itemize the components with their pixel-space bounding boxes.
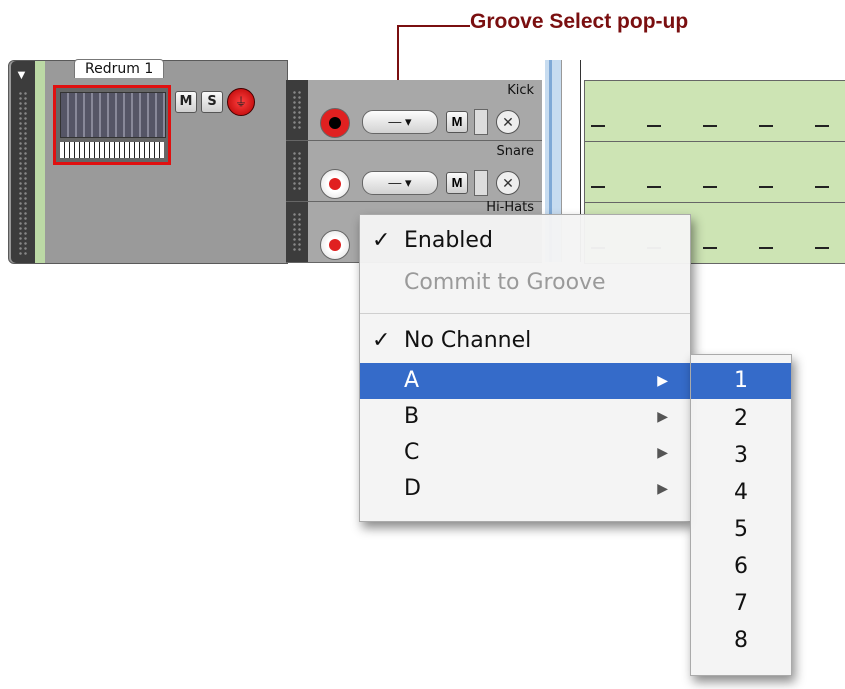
submenu-item-5[interactable]: 5 bbox=[691, 512, 791, 548]
lane-grip-handle[interactable] bbox=[286, 80, 308, 140]
device-rack-graphic bbox=[60, 92, 166, 138]
menu-item-label: Enabled bbox=[404, 228, 493, 253]
menu-item-channel-a[interactable]: A ▶ bbox=[360, 363, 690, 399]
menu-item-channel-c[interactable]: C ▶ bbox=[360, 435, 690, 471]
checkmark-icon: ✓ bbox=[372, 328, 391, 353]
track-record-enable-icon[interactable]: ⏚ bbox=[227, 88, 255, 116]
menu-item-channel-b[interactable]: B ▶ bbox=[360, 399, 690, 435]
snare-note-clip[interactable] bbox=[584, 141, 845, 203]
lane-record-button[interactable] bbox=[320, 169, 350, 199]
lane-velocity-fader[interactable] bbox=[474, 170, 488, 196]
lane-record-button[interactable] bbox=[320, 108, 350, 138]
disclosure-triangle-icon[interactable]: ▼ bbox=[15, 67, 28, 82]
submenu-arrow-icon: ▶ bbox=[657, 481, 668, 497]
menu-item-label: Commit to Groove bbox=[404, 270, 606, 295]
groove-select-popup[interactable]: — ▾ bbox=[362, 171, 438, 195]
lane-snare: Snare — ▾ M ✕ bbox=[286, 141, 542, 202]
redrum-device-icon[interactable] bbox=[53, 85, 171, 165]
menu-item-label: No Channel bbox=[404, 328, 532, 353]
menu-item-label: A bbox=[404, 368, 420, 393]
groove-value: — bbox=[388, 175, 402, 190]
lane-delete-icon[interactable]: ✕ bbox=[496, 171, 520, 195]
groove-select-menu: ✓ Enabled Commit to Groove ✓ No Channel … bbox=[359, 214, 691, 522]
menu-item-enabled[interactable]: ✓ Enabled bbox=[360, 223, 690, 259]
track-solo-button[interactable]: S bbox=[201, 91, 223, 113]
lane-delete-icon[interactable]: ✕ bbox=[496, 110, 520, 134]
menu-item-label: B bbox=[404, 404, 420, 429]
lane-grip-handle[interactable] bbox=[286, 202, 308, 262]
groove-value: — bbox=[388, 114, 402, 129]
submenu-item-2[interactable]: 2 bbox=[691, 401, 791, 437]
submenu-arrow-icon: ▶ bbox=[657, 445, 668, 461]
checkmark-icon: ✓ bbox=[372, 228, 391, 253]
channel-submenu: 1 2 3 4 5 6 7 8 bbox=[690, 354, 792, 676]
menu-separator bbox=[360, 313, 690, 314]
lane-kick: Kick — ▾ M ✕ bbox=[286, 80, 542, 141]
groove-select-popup[interactable]: — ▾ bbox=[362, 110, 438, 134]
menu-item-label: C bbox=[404, 440, 420, 465]
submenu-item-8[interactable]: 8 bbox=[691, 623, 791, 659]
submenu-arrow-icon: ▶ bbox=[657, 373, 668, 389]
submenu-item-6[interactable]: 6 bbox=[691, 549, 791, 585]
callout-leader-line bbox=[398, 25, 470, 27]
submenu-arrow-icon: ▶ bbox=[657, 409, 668, 425]
kick-note-clip[interactable] bbox=[584, 80, 845, 142]
submenu-item-1[interactable]: 1 bbox=[691, 363, 791, 399]
submenu-item-7[interactable]: 7 bbox=[691, 586, 791, 622]
menu-item-commit-to-groove: Commit to Groove bbox=[360, 265, 690, 301]
menu-item-no-channel[interactable]: ✓ No Channel bbox=[360, 323, 690, 359]
lane-name: Hi-Hats bbox=[486, 200, 534, 215]
track-grip-handle[interactable]: ▼ bbox=[11, 61, 35, 263]
submenu-item-4[interactable]: 4 bbox=[691, 475, 791, 511]
track-color-strip bbox=[35, 61, 45, 263]
lane-mute-button[interactable]: M bbox=[446, 111, 468, 133]
track-name-tab[interactable]: Redrum 1 bbox=[74, 59, 165, 78]
groove-select-callout-label: Groove Select pop-up bbox=[470, 10, 689, 33]
lane-name: Kick bbox=[507, 83, 534, 98]
submenu-item-3[interactable]: 3 bbox=[691, 438, 791, 474]
lane-name: Snare bbox=[496, 144, 534, 159]
track-mute-button[interactable]: M bbox=[175, 91, 197, 113]
track-header: ▼ Redrum 1 M S ⏚ bbox=[8, 59, 288, 264]
keyboard-graphic bbox=[60, 142, 164, 158]
menu-item-label: D bbox=[404, 476, 421, 501]
lane-mute-button[interactable]: M bbox=[446, 172, 468, 194]
menu-item-channel-d[interactable]: D ▶ bbox=[360, 471, 690, 507]
lane-record-button[interactable] bbox=[320, 230, 350, 260]
lane-grip-handle[interactable] bbox=[286, 141, 308, 201]
lane-velocity-fader[interactable] bbox=[474, 109, 488, 135]
